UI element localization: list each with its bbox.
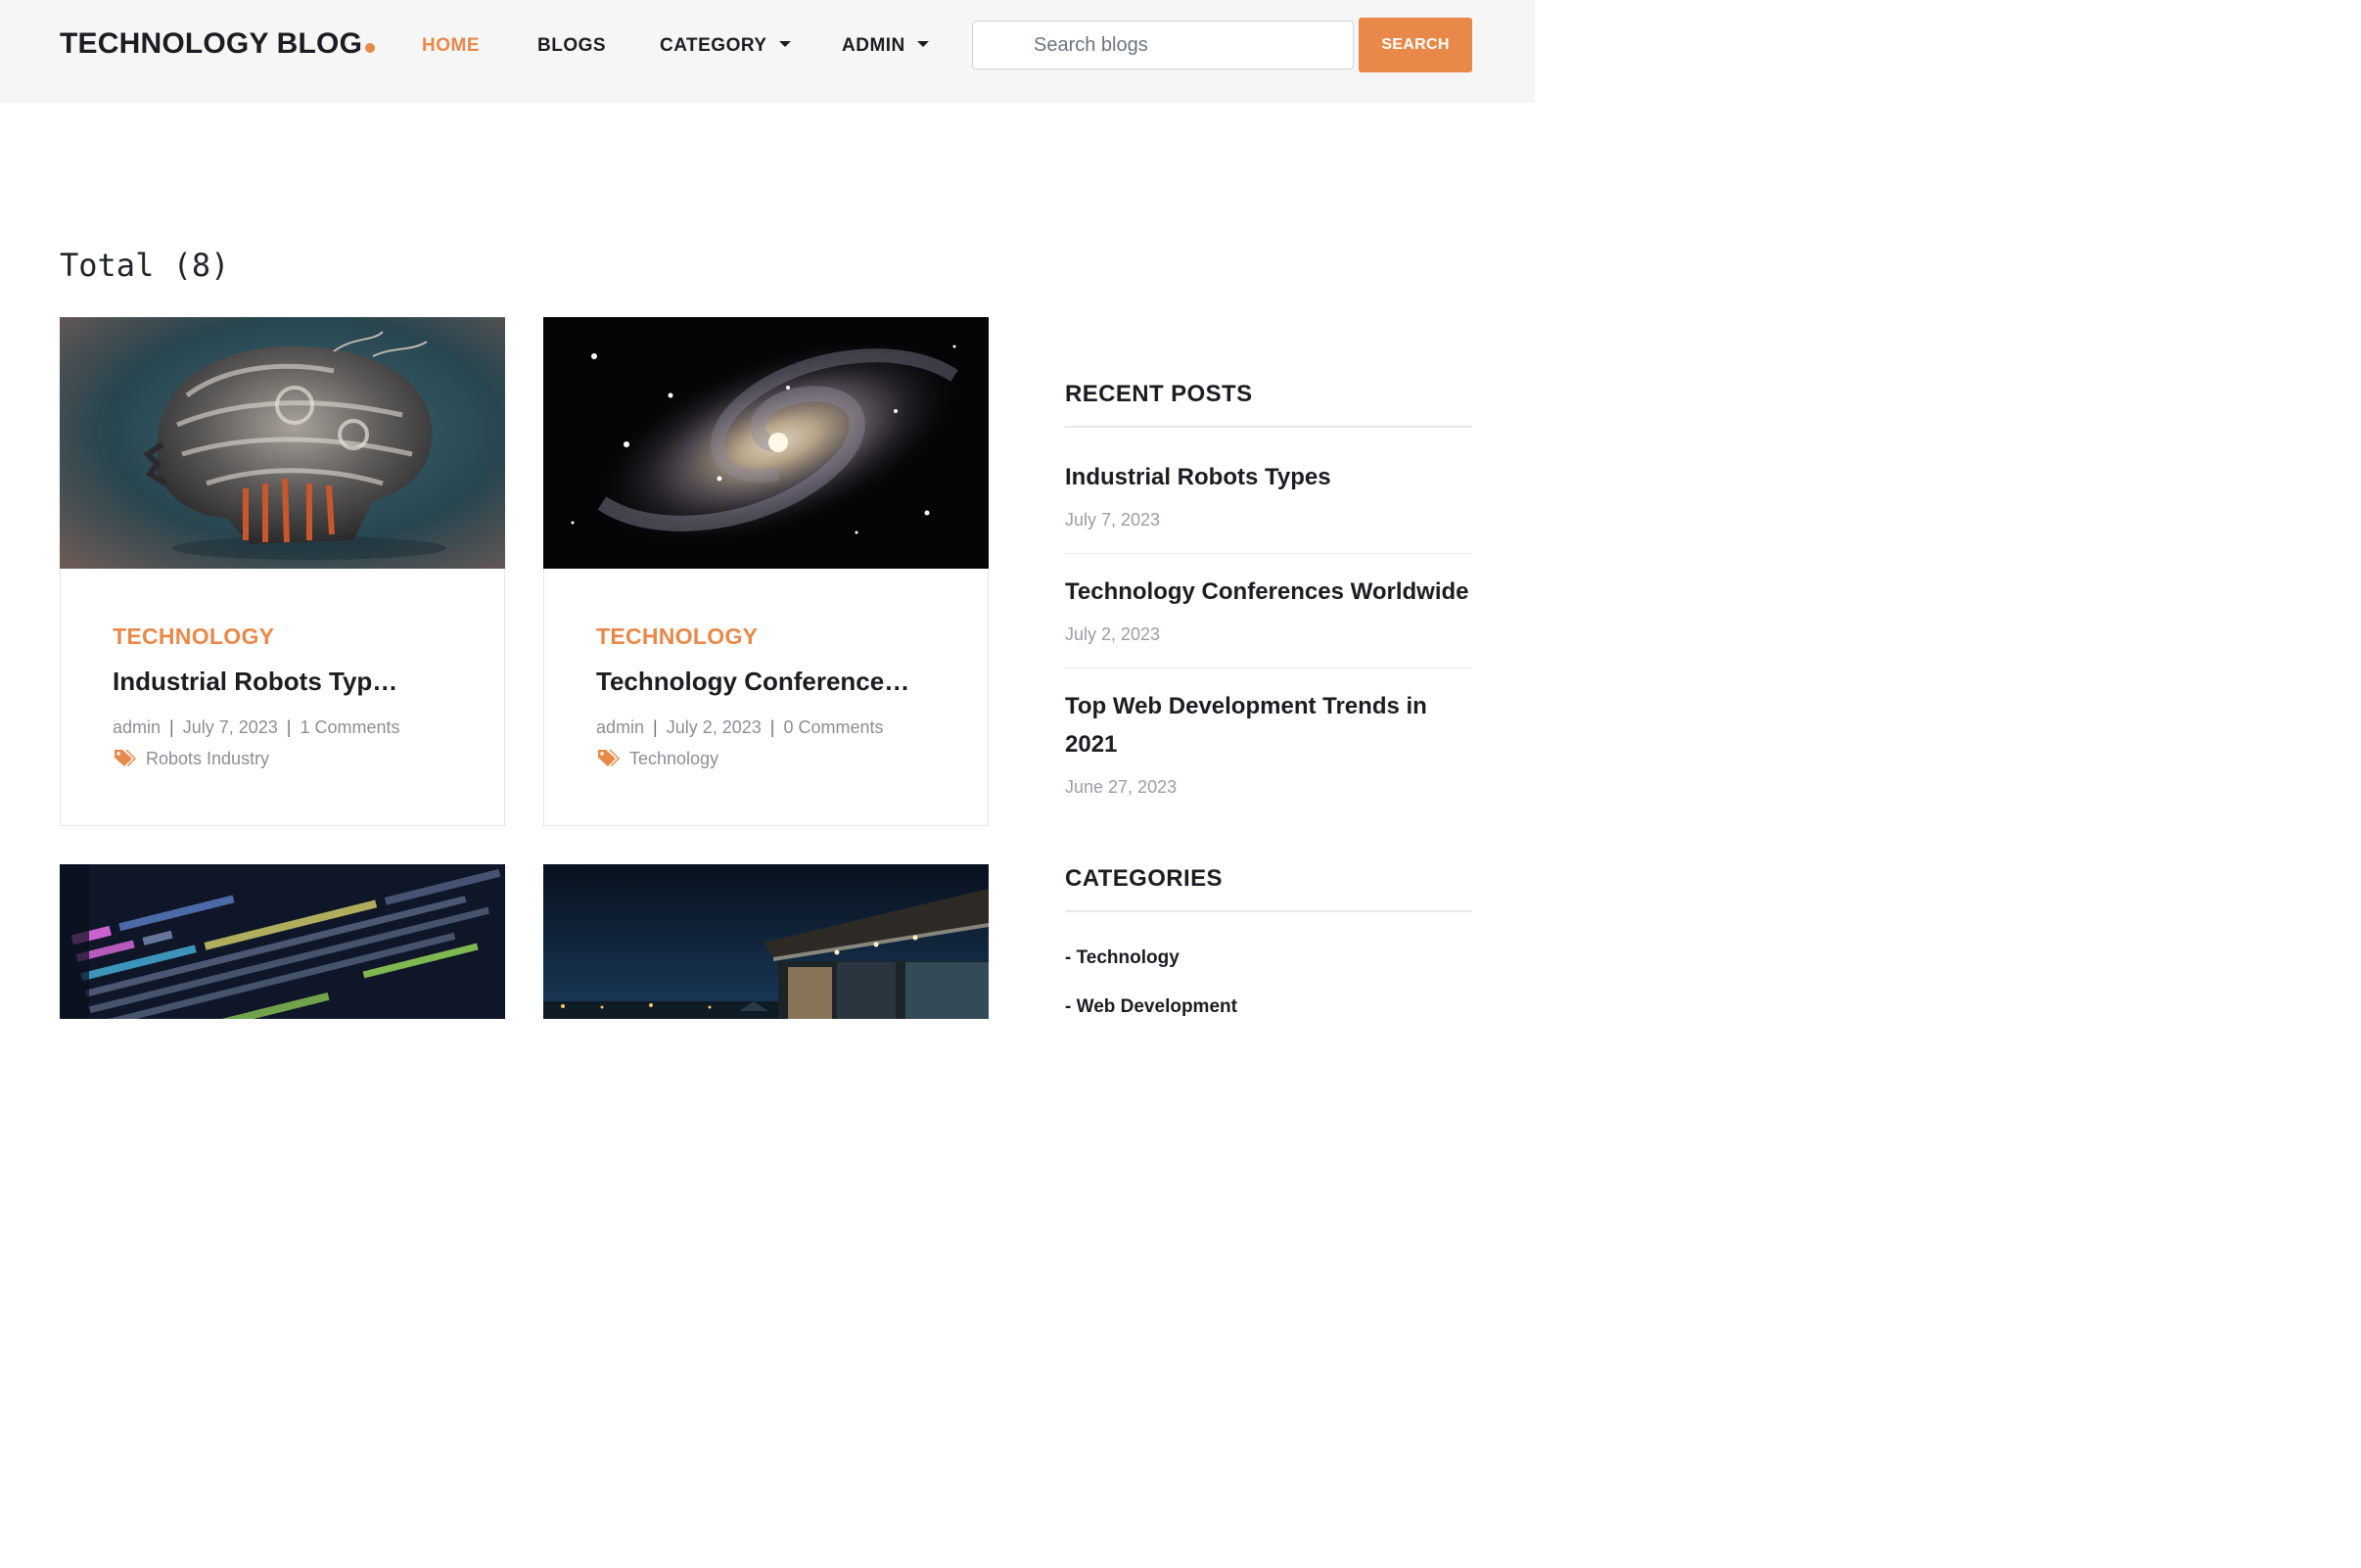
post-tag-list[interactable]: Technology <box>629 749 718 768</box>
nav-category-dropdown[interactable]: CATEGORY <box>660 35 791 57</box>
nav-category-label: CATEGORY <box>660 35 767 56</box>
categories-heading: CATEGORIES <box>1065 865 1223 892</box>
code-screen-image[interactable] <box>60 864 505 1019</box>
recent-post-title[interactable]: Technology Conferences Worldwide <box>1065 573 1472 611</box>
spiral-galaxy-image[interactable] <box>543 317 989 569</box>
divider <box>1065 553 1472 554</box>
post-card[interactable] <box>543 864 989 1019</box>
post-tag-list[interactable]: Robots Industry <box>146 749 269 768</box>
search-button[interactable]: SEARCH <box>1359 18 1472 72</box>
nav-home-link[interactable]: HOME <box>422 35 480 57</box>
post-comments[interactable]: 0 Comments <box>783 717 883 737</box>
site-logo[interactable]: TECHNOLOGY BLOG <box>60 27 376 61</box>
meta-separator: | <box>653 717 658 737</box>
recent-post-title[interactable]: Top Web Development Trends in 2021 <box>1065 687 1472 763</box>
post-author[interactable]: admin <box>113 717 161 737</box>
site-logo-text: TECHNOLOGY BLOG <box>60 27 363 60</box>
tags-icon <box>598 750 620 766</box>
caret-down-icon <box>916 41 929 47</box>
meta-separator: | <box>286 717 292 737</box>
divider <box>1065 426 1472 428</box>
total-count: Total (8) <box>60 247 230 284</box>
mechanical-brain-image[interactable] <box>60 317 505 569</box>
search-input[interactable] <box>972 21 1354 69</box>
meta-separator: | <box>169 717 174 737</box>
post-tags: Robots Industry <box>113 748 269 769</box>
category-link-web-development[interactable]: - Web Development <box>1065 996 1237 1018</box>
logo-dot <box>365 43 376 53</box>
caret-down-icon <box>778 41 791 47</box>
recent-post-date: June 27, 2023 <box>1065 777 1178 797</box>
post-category[interactable]: TECHNOLOGY <box>113 623 274 650</box>
post-title[interactable]: Industrial Robots Typ… <box>113 667 397 697</box>
top-navbar: TECHNOLOGY BLOG HOME BLOGS CATEGORY ADMI… <box>0 0 1535 103</box>
recent-post-date: July 2, 2023 <box>1065 624 1161 644</box>
post-card-body: TECHNOLOGY Technology Conference… admin |… <box>544 569 988 825</box>
post-card[interactable] <box>60 864 505 1019</box>
divider <box>1065 910 1472 912</box>
post-comments[interactable]: 1 Comments <box>300 717 399 737</box>
post-meta: admin | July 7, 2023 | 1 Comments <box>113 717 400 738</box>
recent-post-title[interactable]: Industrial Robots Types <box>1065 458 1472 496</box>
post-tags: Technology <box>596 748 718 769</box>
recent-post-date: July 7, 2023 <box>1065 510 1161 530</box>
category-link-technology[interactable]: - Technology <box>1065 947 1180 969</box>
post-card-body: TECHNOLOGY Industrial Robots Typ… admin |… <box>61 569 504 825</box>
post-title[interactable]: Technology Conference… <box>596 667 909 697</box>
nav-blogs-link[interactable]: BLOGS <box>537 35 606 57</box>
post-date: July 7, 2023 <box>182 717 278 737</box>
post-card[interactable]: TECHNOLOGY Industrial Robots Typ… admin |… <box>60 317 505 826</box>
post-card[interactable]: TECHNOLOGY Technology Conference… admin |… <box>543 317 989 826</box>
nav-admin-dropdown[interactable]: ADMIN <box>842 35 929 57</box>
tags-icon <box>115 750 136 766</box>
night-building-image[interactable] <box>543 864 989 1019</box>
recent-posts-heading: RECENT POSTS <box>1065 381 1253 407</box>
post-meta: admin | July 2, 2023 | 0 Comments <box>596 717 884 738</box>
meta-separator: | <box>769 717 775 737</box>
divider <box>1065 668 1472 669</box>
post-date: July 2, 2023 <box>666 717 762 737</box>
post-category[interactable]: TECHNOLOGY <box>596 623 758 650</box>
post-author[interactable]: admin <box>596 717 644 737</box>
nav-admin-label: ADMIN <box>842 35 905 56</box>
